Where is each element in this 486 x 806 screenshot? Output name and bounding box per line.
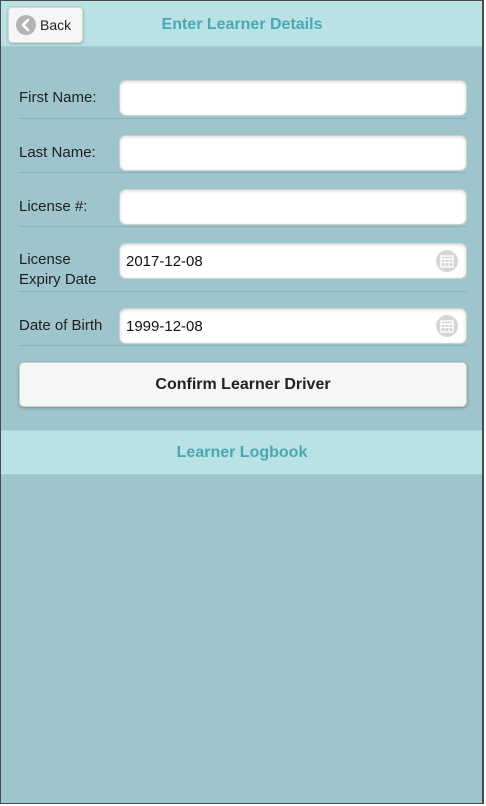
license-expiry-label-line1: License	[19, 251, 71, 268]
first-name-input[interactable]	[126, 81, 426, 115]
license-expiry-input[interactable]	[126, 244, 426, 278]
license-number-field-box	[119, 189, 467, 225]
page-title: Enter Learner Details	[161, 16, 323, 33]
confirm-learner-driver-button[interactable]: Confirm Learner Driver	[19, 362, 467, 407]
license-expiry-field-box	[119, 243, 467, 279]
header-bar: Back Enter Learner Details	[1, 1, 482, 47]
app-frame: Back Enter Learner Details First Name: L…	[0, 0, 484, 804]
footer-title: Learner Logbook	[176, 444, 308, 461]
last-name-field-box	[119, 135, 467, 171]
first-name-field-box	[119, 80, 467, 116]
date-of-birth-label: Date of Birth	[19, 317, 103, 334]
calendar-icon[interactable]	[436, 315, 458, 337]
license-number-input[interactable]	[126, 190, 426, 224]
footer-bar: Learner Logbook	[1, 430, 482, 475]
last-name-input[interactable]	[126, 136, 426, 170]
last-name-row: Last Name:	[19, 135, 467, 173]
license-expiry-row: License Expiry Date	[19, 243, 467, 292]
calendar-icon[interactable]	[436, 250, 458, 272]
license-number-row: License #:	[19, 189, 467, 227]
first-name-label: First Name:	[19, 89, 97, 106]
license-expiry-label-line2: Expiry Date	[19, 271, 97, 288]
date-of-birth-field-box	[119, 308, 467, 344]
license-number-label: License #:	[19, 198, 88, 215]
date-of-birth-input[interactable]	[126, 309, 426, 343]
last-name-label: Last Name:	[19, 144, 96, 161]
first-name-row: First Name:	[19, 80, 467, 119]
date-of-birth-row: Date of Birth	[19, 308, 467, 346]
license-expiry-label: License Expiry Date	[19, 250, 97, 290]
